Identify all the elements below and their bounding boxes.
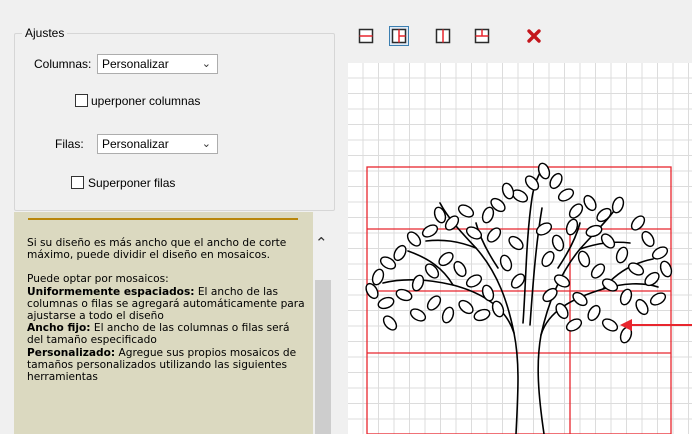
delete-icon — [527, 29, 541, 43]
help-panel: Si su diseño es más ancho que el ancho d… — [14, 212, 313, 434]
tree-leaves — [365, 162, 673, 344]
split-rows-button[interactable] — [356, 26, 376, 46]
rows-select-value: Personalizar — [102, 137, 169, 151]
pointer-arrow — [620, 319, 692, 331]
settings-legend: Ajustes — [22, 26, 68, 40]
delete-tiles-button[interactable] — [524, 26, 544, 46]
overlap-rows-label: Superponer filas — [88, 176, 176, 190]
split-columns-icon — [435, 28, 451, 44]
split-rows-icon — [358, 28, 374, 44]
overlap-rows-checkbox[interactable] — [71, 176, 84, 189]
split-quadrant-button[interactable] — [472, 26, 492, 46]
help-option-fixed-title: Ancho fijo: — [27, 322, 91, 335]
columns-select[interactable]: Personalizar ⌄ — [97, 54, 218, 74]
help-option-uniform: Uniformemente espaciados: El ancho de la… — [27, 286, 307, 323]
overlap-columns-label: uperponer columnas — [91, 94, 201, 108]
chevron-down-icon: ⌄ — [201, 58, 211, 70]
split-columns-button[interactable] — [433, 26, 453, 46]
overlap-columns-checkbox[interactable] — [75, 94, 88, 107]
chevron-down-icon: ⌄ — [201, 138, 211, 150]
design-canvas[interactable] — [348, 63, 692, 434]
split-quadrant-icon — [474, 28, 490, 44]
tree-design[interactable] — [348, 63, 692, 434]
help-option-uniform-title: Uniformemente espaciados: — [27, 285, 195, 298]
scrollbar-thumb[interactable] — [315, 280, 331, 434]
help-divider — [28, 218, 298, 220]
help-paragraph-1: Si su diseño es más ancho que el ancho d… — [27, 237, 287, 262]
help-option-custom: Personalizado: Agregue sus propios mosai… — [27, 347, 307, 384]
columns-select-value: Personalizar — [102, 57, 169, 71]
help-option-fixed: Ancho fijo: El ancho de las columnas o f… — [27, 322, 307, 346]
help-intro: Puede optar por mosaicos: — [27, 273, 169, 286]
help-text: Si su diseño es más ancho que el ancho d… — [27, 237, 307, 383]
columns-label: Columnas: — [34, 57, 92, 71]
split-columns-selected-icon — [391, 28, 407, 44]
split-columns-left-button[interactable] — [389, 26, 409, 46]
help-option-custom-title: Personalizado: — [27, 346, 116, 359]
rows-select[interactable]: Personalizar ⌄ — [97, 134, 218, 154]
chevron-up-icon[interactable]: ⌃ — [315, 234, 328, 252]
help-scrollbar[interactable]: ⌃ — [313, 212, 333, 434]
rows-label: Filas: — [55, 137, 84, 151]
